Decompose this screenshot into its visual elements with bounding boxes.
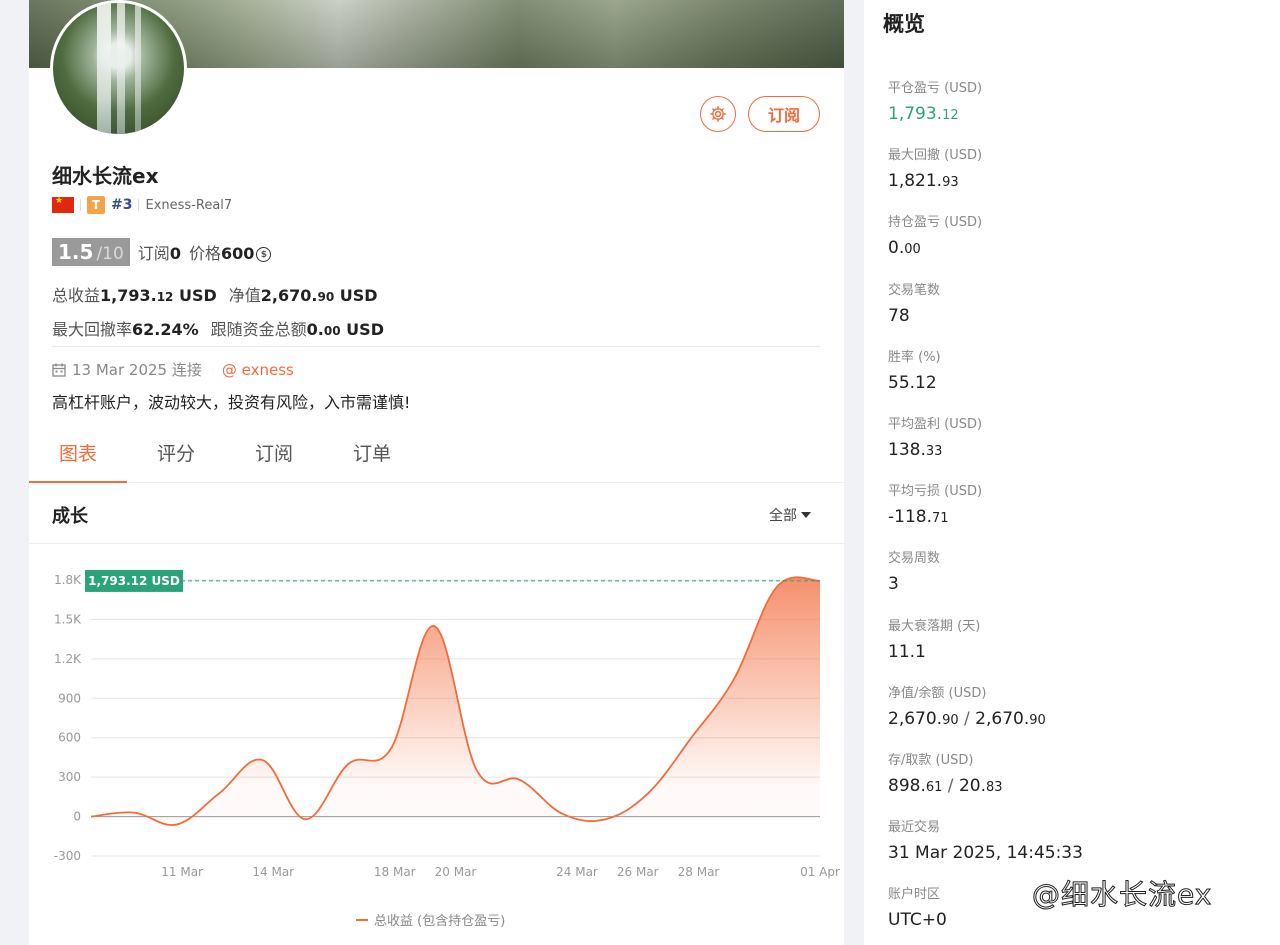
profit-equity-row: 总收益1,793.12 USD 净值2,670.90 USD [52,286,378,305]
overview-label: 持仓盈亏 (USD) [888,215,983,231]
overview-value: 11.1 [888,641,926,662]
overview-value: 1,793.12 [888,104,959,124]
range-select[interactable]: 全部 [769,505,811,525]
trader-name: 细水长流ex [52,164,159,188]
broker-link[interactable]: @ exness [222,361,294,379]
y-tick-label: 300 [58,770,81,784]
overview-panel: 概览 平仓盈亏 (USD) 1,793.12 最大回撤 (USD) 1,821.93 持… [864,0,1280,945]
subscribe-button[interactable]: 订阅 [748,96,820,132]
overview-value: 55.12 [888,372,937,393]
follow-funds-total: 0.00 USD [306,320,384,339]
overview-value: 0.00 [888,238,921,259]
price-value: 600 [220,244,255,263]
drawdown-follow-row: 最大回撤率62.24% 跟随资金总额0.00 USD [52,320,384,339]
rating-row: 1.5 /10 订阅0 价格600 $ [52,238,272,266]
overview-label: 存/取款 (USD) [888,753,974,768]
overview-label: 最大衰落期 (天) [888,618,981,634]
watermark: @细水长流ex [1031,878,1213,912]
y-tick-label: 600 [58,731,81,745]
overview-value: 898.61 / 20.83 [888,776,1003,796]
overview-title: 概览 [883,12,925,36]
y-tick-label: 1.8K [54,573,82,587]
y-tick-label: 0 [73,810,81,824]
overview-item: 最大衰落期 (天) 11.1 [888,615,980,664]
y-tick-label: 1.5K [54,612,82,626]
overview-value: 31 Mar 2025, 14:45:33 [888,843,1083,864]
overview-label: 最近交易 [888,820,941,836]
equity-value: 2,670.90 USD [260,286,378,305]
total-profit: 1,793.12 USD [100,286,217,305]
x-tick-label: 26 Mar [617,865,659,879]
overview-label: 平均亏损 (USD) [888,484,983,500]
server-name: Exness-Real7 [145,197,233,213]
gear-icon [710,106,726,122]
x-tick-label: 24 Mar [556,865,598,879]
overview-item: 存/取款 (USD) 898.61 / 20.83 [888,749,1003,798]
overview-item: 净值/余额 (USD) 2,670.90 / 2,670.90 [888,682,1046,731]
x-tick-label: 14 Mar [252,865,294,879]
chart-legend[interactable]: 总收益 (包含持仓盈亏) [356,910,505,929]
tab-rating[interactable]: 评分 [127,432,225,482]
settings-button[interactable] [700,96,736,132]
coin-icon: $ [256,247,272,262]
overview-label: 账户时区 [888,887,941,903]
x-tick-label: 01 Apr [800,865,840,879]
calendar-icon [52,363,66,377]
overview-value: UTC+0 [888,910,947,931]
tab-bar: 图表 评分 订阅 订单 [29,432,844,483]
overview-item: 平均盈利 (USD) 138.33 [888,413,982,462]
y-tick-label: 900 [58,691,81,705]
x-tick-label: 28 Mar [678,865,720,879]
overview-label: 净值/余额 (USD) [888,685,987,701]
overview-item: 平仓盈亏 (USD) 1,793.12 [888,77,982,126]
overview-item: 交易笔数 78 [888,279,940,328]
overview-value: -118.71 [888,507,949,528]
overview-item: 持仓盈亏 (USD) 0.00 [888,211,982,260]
overview-value: 2,670.90 / 2,670.90 [888,708,1046,729]
x-tick-label: 20 Mar [435,865,477,879]
x-tick-label: 11 Mar [161,865,203,879]
overview-item: 账户时区 UTC+0 [888,883,947,932]
rating-badge: 1.5 /10 [52,238,130,266]
section-title: 成长 [52,506,88,527]
tab-subscriptions[interactable]: 订阅 [225,432,323,482]
legend-swatch [356,918,368,921]
overview-label: 平均盈利 (USD) [888,417,983,432]
subscriber-count: 0 [169,244,181,263]
overview-label: 最大回撤 (USD) [888,148,983,164]
overview-value: 78 [888,305,910,326]
overview-item: 最大回撤 (USD) 1,821.93 [888,144,982,193]
profile-card: 订阅 细水长流ex T #3 Exness-Real7 1.5 /10 订阅0 … [29,0,844,945]
connected-date: 13 Mar 2025 连接 [72,361,202,379]
overview-value: 138.33 [888,440,943,460]
avatar[interactable] [50,0,187,137]
last-value-label: 1,793.12 USD [88,574,180,588]
y-tick-label: -300 [54,849,81,863]
caret-down-icon [801,512,811,518]
overview-value: 3 [888,574,899,595]
overview-value: 1,821.93 [888,171,959,192]
tab-orders[interactable]: 订单 [323,432,421,482]
connected-row: 13 Mar 2025 连接 @ exness [52,359,294,380]
rank-label: #3 [111,197,133,213]
overview-item: 胜率 (%) 55.12 [888,346,941,395]
overview-item: 交易周数 3 [888,547,940,596]
bio-text: 高杠杆账户，波动较大，投资有风险，入市需谨慎! [52,393,411,412]
y-tick-label: 1.2K [54,652,82,666]
tab-chart[interactable]: 图表 [29,432,127,483]
overview-item: 平均亏损 (USD) -118.71 [888,480,982,529]
trader-meta: T #3 Exness-Real7 [52,196,232,214]
x-tick-label: 18 Mar [374,865,416,879]
china-flag-icon [52,196,74,213]
overview-label: 平仓盈亏 (USD) [888,81,983,96]
overview-label: 胜率 (%) [888,349,941,365]
overview-label: 交易笔数 [888,282,941,298]
tier-badge: T [87,196,105,214]
growth-chart: 1.8K 1.5K 1.2K 900 600 300 0 -300 11 Mar 14 Mar 18… [54,569,840,879]
overview-item: 最近交易 31 Mar 2025, 14:45:33 [888,816,1083,865]
series-area [91,577,820,826]
max-drawdown-rate: 62.24% [132,320,199,339]
overview-label: 交易周数 [888,551,941,567]
